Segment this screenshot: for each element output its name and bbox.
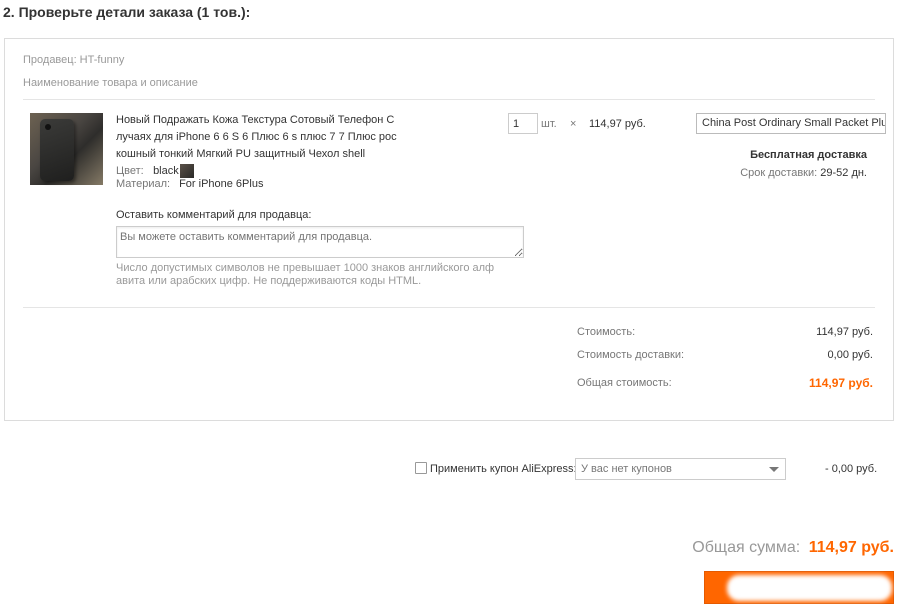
total-cost-value: 114,97 руб.: [809, 376, 873, 390]
grand-total-label: Общая сумма:: [692, 539, 801, 556]
shipping-cost-value: 0,00 руб.: [827, 349, 873, 361]
delivery-time-label: Срок доставки:: [740, 167, 818, 179]
coupon-select[interactable]: У вас нет купонов: [575, 458, 786, 480]
delivery-time-value: 29-52 дн.: [820, 167, 867, 179]
product-image[interactable]: [30, 113, 103, 185]
cost-label: Стоимость:: [577, 326, 636, 338]
column-header-product: Наименование товара и описание: [23, 77, 198, 89]
cost-value: 114,97 руб.: [816, 326, 873, 338]
divider: [23, 99, 875, 100]
material-label: Материал:: [116, 178, 171, 190]
material-value: For iPhone 6Plus: [179, 178, 264, 190]
total-cost-label: Общая стоимость:: [577, 377, 672, 389]
chevron-down-icon: [769, 467, 779, 472]
product-title-link[interactable]: Новый Подражать Кожа Текстура Сотовый Те…: [116, 112, 406, 163]
shipping-cost-label: Стоимость доставки:: [577, 349, 685, 361]
grand-total: Общая сумма: 114,97 руб.: [692, 539, 894, 557]
free-shipping-label: Бесплатная доставка: [750, 149, 867, 161]
comment-label: Оставить комментарий для продавца:: [116, 209, 312, 221]
coupon-select-value: У вас нет купонов: [581, 463, 672, 475]
product-material-attr: Материал: For iPhone 6Plus: [116, 178, 263, 190]
delivery-time: Срок доставки: 29-52 дн.: [740, 167, 867, 179]
coupon-discount: - 0,00 руб.: [825, 463, 878, 475]
divider: [23, 307, 875, 308]
product-color-attr: Цвет: black: [116, 164, 194, 178]
color-value: black: [153, 164, 179, 177]
comment-hint: Число допустимых символов не превышает 1…: [116, 262, 495, 287]
seller-label[interactable]: Продавец: HT-funny: [23, 54, 124, 66]
coupon-label[interactable]: Применить купон AliExpress:: [430, 463, 577, 475]
seller-comment-textarea[interactable]: [116, 226, 524, 258]
coupon-checkbox[interactable]: [415, 462, 427, 474]
color-swatch: [179, 164, 194, 178]
section-title: 2. Проверьте детали заказа (1 тов.):: [3, 4, 251, 20]
multiply-sign: ×: [570, 118, 577, 130]
quantity-input[interactable]: [508, 113, 538, 134]
shipping-method-select[interactable]: China Post Ordinary Small Packet Plus: [696, 113, 886, 134]
place-order-button[interactable]: [704, 571, 894, 604]
color-label: Цвет:: [116, 164, 144, 177]
quantity-unit: шт.: [541, 118, 557, 130]
phone-case-image: [40, 119, 74, 181]
order-details-panel: Продавец: HT-funny Наименование товара и…: [4, 38, 894, 421]
place-order-label-redacted: [727, 575, 892, 601]
unit-price: 114,97 руб.: [589, 118, 646, 130]
grand-total-amount: 114,97 руб.: [808, 539, 894, 556]
